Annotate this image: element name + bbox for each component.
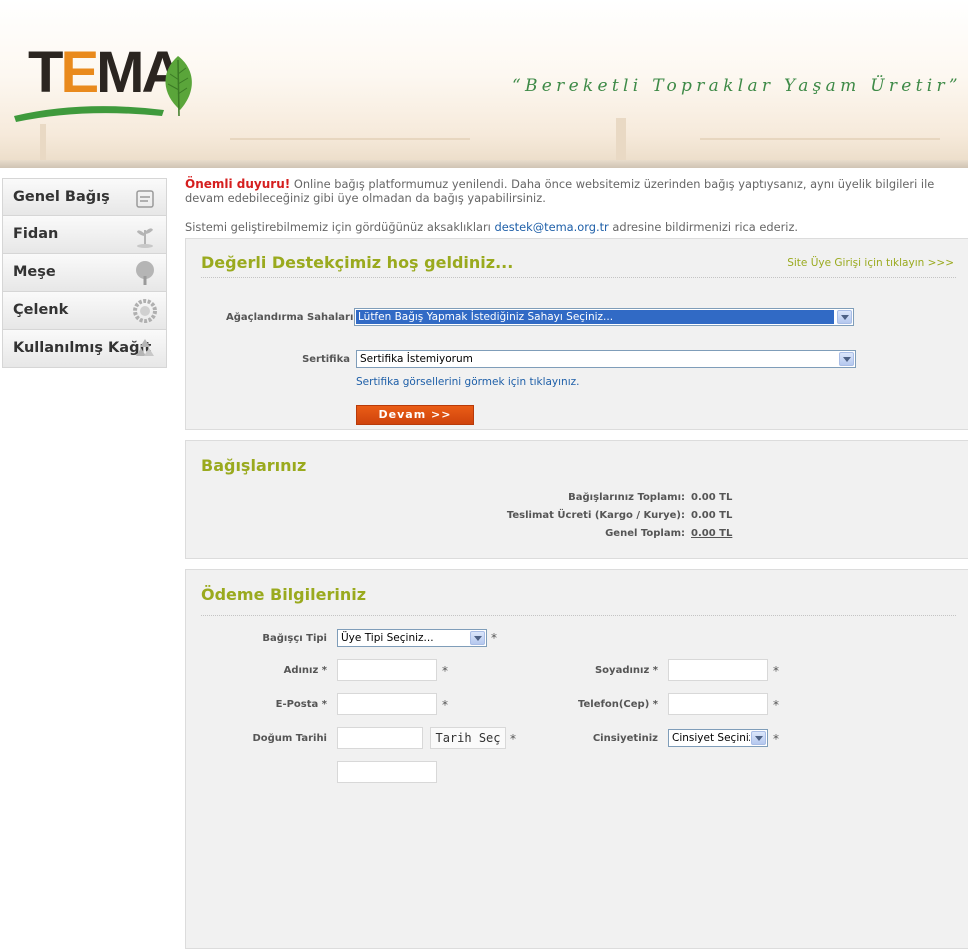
recycle-icon bbox=[136, 339, 154, 356]
continue-button[interactable]: Devam >> bbox=[356, 405, 474, 425]
required-mark: * bbox=[510, 732, 516, 746]
divider bbox=[201, 615, 956, 616]
payment-title: Ödeme Bilgileriniz bbox=[201, 585, 366, 604]
chevron-down-icon bbox=[837, 310, 852, 324]
sidebar-item-mese[interactable]: Meşe bbox=[2, 254, 167, 292]
area-label: Ağaçlandırma Sahaları bbox=[226, 312, 354, 323]
grand-total-label: Genel Toplam: bbox=[605, 528, 685, 539]
certificate-label: Sertifika bbox=[302, 354, 350, 365]
slogan: “Bereketli Topraklar Yaşam Üretir” bbox=[512, 76, 962, 96]
birth-date-field[interactable] bbox=[337, 727, 423, 749]
date-picker-button[interactable]: Tarih Seç bbox=[430, 727, 506, 749]
required-mark: * bbox=[491, 631, 497, 645]
divider bbox=[201, 277, 956, 278]
last-name-field[interactable] bbox=[668, 659, 768, 681]
donor-type-select-value: Üye Tipi Seçiniz... bbox=[341, 632, 434, 644]
chevron-down-icon bbox=[470, 631, 485, 645]
background-line bbox=[700, 138, 940, 140]
birth-date-label: Doğum Tarihi bbox=[252, 733, 327, 744]
email-field[interactable] bbox=[337, 693, 437, 715]
chevron-down-icon bbox=[751, 731, 766, 745]
area-select[interactable]: Lütfen Bağış Yapmak İstediğiniz Sahayı S… bbox=[354, 308, 854, 326]
sidebar-item-kullanilmis-kagit[interactable]: Kullanılmış Kağıt bbox=[2, 330, 167, 368]
logo-swoosh-icon bbox=[14, 106, 164, 122]
leaf-icon bbox=[165, 56, 192, 117]
announcement-text: Online bağış platformumuz yenilendi. Dah… bbox=[185, 177, 935, 205]
sidebar-item-celenk[interactable]: Çelenk bbox=[2, 292, 167, 330]
phone-field[interactable] bbox=[668, 693, 768, 715]
required-mark: * bbox=[442, 698, 448, 712]
sidebar-item-genel-bagis[interactable]: Genel Bağış bbox=[2, 178, 167, 216]
sidebar-item-label: Fidan bbox=[13, 226, 59, 242]
sidebar-item-label: Genel Bağış bbox=[13, 189, 110, 205]
donations-total-value: 0.00 TL bbox=[691, 492, 733, 503]
delivery-fee-label: Teslimat Ücreti (Kargo / Kurye): bbox=[506, 510, 685, 521]
donor-type-label: Bağışçı Tipi bbox=[262, 633, 327, 644]
support-notice: Sistemi geliştirebilmemiz için gördüğünü… bbox=[185, 220, 798, 234]
background-pole bbox=[40, 124, 46, 162]
sidebar-item-label: Çelenk bbox=[13, 302, 69, 318]
hand-icon bbox=[136, 190, 154, 208]
gender-label: Cinsiyetiniz bbox=[592, 733, 658, 744]
required-mark: * bbox=[442, 664, 448, 678]
background-line bbox=[230, 138, 470, 140]
first-name-label: Adınız * bbox=[283, 665, 327, 676]
certificate-select[interactable]: Sertifika İstemiyorum bbox=[356, 350, 856, 368]
extra-field[interactable] bbox=[337, 761, 437, 783]
certificate-select-value: Sertifika İstemiyorum bbox=[360, 353, 473, 365]
member-login-link[interactable]: Site Üye Girişi için tıklayın >>> bbox=[787, 257, 954, 269]
payment-panel: Ödeme Bilgileriniz Bağışçı Tipi Üye Tipi… bbox=[185, 569, 968, 949]
first-name-field[interactable] bbox=[337, 659, 437, 681]
required-mark: * bbox=[773, 698, 779, 712]
tree-icon bbox=[136, 261, 154, 285]
background-pole bbox=[616, 118, 626, 162]
delivery-fee-value: 0.00 TL bbox=[691, 510, 733, 521]
announcement: Önemli duyuru! Online bağış platformumuz… bbox=[185, 177, 955, 205]
email-label: E-Posta * bbox=[275, 699, 327, 710]
announcement-label: Önemli duyuru! bbox=[185, 177, 291, 191]
grand-total-value: 0.00 TL bbox=[691, 528, 733, 539]
support-text-after: adresine bildirmenizi rica ederiz. bbox=[608, 220, 799, 234]
required-mark: * bbox=[773, 732, 779, 746]
welcome-panel: Değerli Destekçimiz hoş geldiniz... Site… bbox=[185, 238, 968, 430]
sidebar-item-label: Meşe bbox=[13, 264, 56, 280]
sidebar-nav: Genel Bağış Fidan Meşe Çelenk Kullanılmı… bbox=[2, 178, 167, 368]
required-mark: * bbox=[773, 664, 779, 678]
support-email-link[interactable]: destek@tema.org.tr bbox=[494, 220, 608, 234]
sapling-icon bbox=[137, 228, 153, 248]
support-text-before: Sistemi geliştirebilmemiz için gördüğünü… bbox=[185, 220, 495, 234]
last-name-label: Soyadınız * bbox=[594, 665, 658, 676]
donations-panel: Bağışlarınız Bağışlarınız Toplamı: 0.00 … bbox=[185, 440, 968, 559]
gender-select-value: Cinsiyet Seçiniz... bbox=[672, 732, 750, 744]
area-select-value: Lütfen Bağış Yapmak İstediğiniz Sahayı S… bbox=[358, 311, 614, 323]
donor-type-select[interactable]: Üye Tipi Seçiniz... bbox=[337, 629, 487, 647]
donations-total-label: Bağışlarınız Toplamı: bbox=[568, 492, 685, 503]
phone-label: Telefon(Cep) * bbox=[578, 699, 658, 710]
site-header: TEMA “Bereketli Topraklar Yaşam Üretir” bbox=[0, 0, 968, 168]
certificate-preview-link[interactable]: Sertifika görsellerini görmek için tıkla… bbox=[356, 376, 579, 388]
donations-title: Bağışlarınız bbox=[201, 456, 307, 475]
gender-select[interactable]: Cinsiyet Seçiniz... bbox=[668, 729, 768, 747]
welcome-title: Değerli Destekçimiz hoş geldiniz... bbox=[201, 253, 514, 272]
sidebar-item-fidan[interactable]: Fidan bbox=[2, 216, 167, 254]
sidebar-item-label: Kullanılmış Kağıt bbox=[13, 340, 152, 356]
wreath-icon bbox=[133, 299, 157, 323]
chevron-down-icon bbox=[839, 352, 854, 366]
